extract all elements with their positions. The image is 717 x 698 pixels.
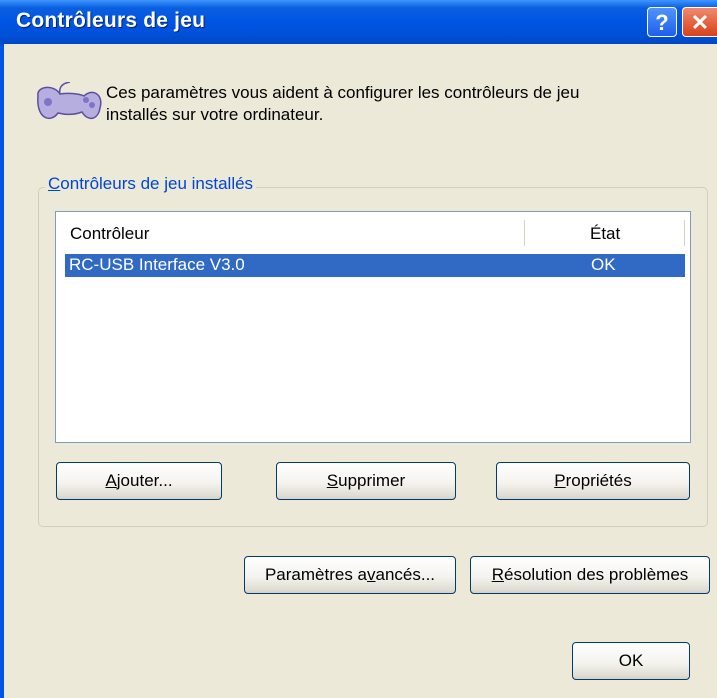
- troubleshoot-button[interactable]: Résolution des problèmes: [470, 556, 710, 594]
- cell-state: OK: [591, 255, 616, 274]
- column-header-state[interactable]: État: [590, 224, 620, 244]
- title-bar[interactable]: Contrôleurs de jeu ? ✕: [0, 0, 717, 44]
- help-button[interactable]: ?: [647, 7, 677, 37]
- controllers-list[interactable]: Contrôleur État RC-USB Interface V3.0 OK: [55, 211, 691, 443]
- add-button[interactable]: Ajouter...: [56, 462, 222, 500]
- ok-button[interactable]: OK: [572, 642, 690, 680]
- group-title-accel: C: [48, 174, 61, 193]
- advanced-settings-button[interactable]: Paramètres avancés...: [244, 556, 456, 594]
- remove-button[interactable]: Supprimer: [276, 462, 456, 500]
- dialog-window: Contrôleurs de jeu ? ✕ Ces paramètres vo…: [0, 0, 717, 698]
- window-frame: [0, 44, 4, 698]
- intro-line-1: Ces paramètres vous aident à configurer …: [106, 83, 580, 102]
- intro-line-2: installés sur votre ordinateur.: [106, 105, 324, 124]
- table-row[interactable]: RC-USB Interface V3.0 OK: [65, 254, 685, 277]
- window-title: Contrôleurs de jeu: [16, 9, 206, 32]
- column-divider[interactable]: [524, 220, 525, 246]
- list-header: Contrôleur État: [56, 212, 690, 251]
- column-header-controller[interactable]: Contrôleur: [70, 224, 149, 244]
- cell-controller: RC-USB Interface V3.0: [69, 255, 245, 274]
- close-button[interactable]: ✕: [682, 7, 717, 37]
- intro-text: Ces paramètres vous aident à configurer …: [106, 82, 686, 126]
- group-title-rest: ontrôleurs de jeu installés: [60, 174, 254, 193]
- column-divider[interactable]: [684, 220, 685, 246]
- group-title: Contrôleurs de jeu installés: [45, 174, 257, 194]
- gamepad-icon: [37, 82, 102, 120]
- help-icon: ?: [655, 10, 669, 35]
- properties-button[interactable]: Propriétés: [496, 462, 690, 500]
- close-icon: ✕: [690, 10, 710, 35]
